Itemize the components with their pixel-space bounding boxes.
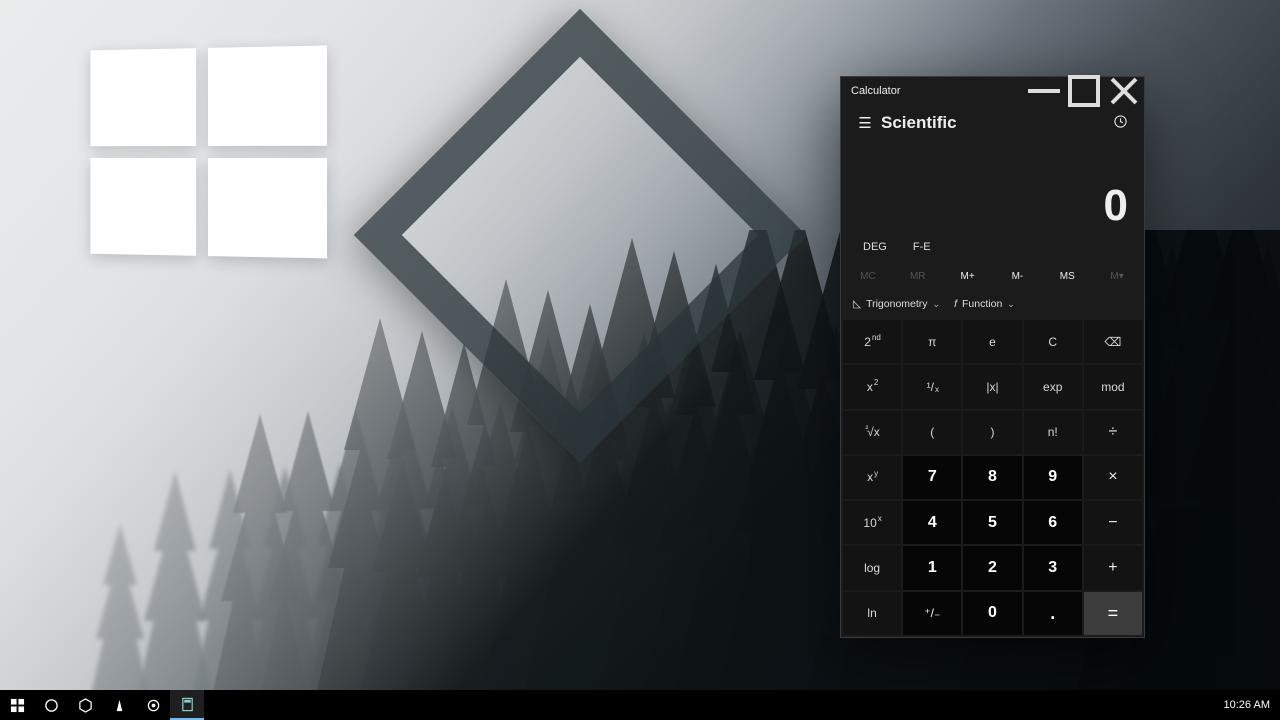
key-4[interactable]: 4 xyxy=(903,501,961,544)
key-pi[interactable]: π xyxy=(903,320,961,363)
key-lparen[interactable]: ( xyxy=(903,411,961,454)
key-3[interactable]: 3 xyxy=(1024,546,1082,589)
key-xsq[interactable]: x2 xyxy=(843,365,901,408)
notation-toggle[interactable]: F-E xyxy=(913,241,931,253)
key-7[interactable]: 7 xyxy=(903,456,961,499)
key-5[interactable]: 5 xyxy=(963,501,1021,544)
chevron-down-icon: ⌄ xyxy=(933,299,941,310)
key-clear[interactable]: C xyxy=(1024,320,1082,363)
key-add[interactable]: + xyxy=(1084,546,1142,589)
taskbar: 10:26 AM xyxy=(0,690,1280,720)
key-9[interactable]: 9 xyxy=(1024,456,1082,499)
function-dropdown[interactable]: f Function ⌄ xyxy=(954,298,1015,310)
key-6[interactable]: 6 xyxy=(1024,501,1082,544)
titlebar[interactable]: Calculator xyxy=(841,77,1144,105)
key-mod[interactable]: mod xyxy=(1084,365,1142,408)
key-2[interactable]: 2 xyxy=(963,546,1021,589)
taskbar-calculator-icon[interactable] xyxy=(170,690,204,720)
mode-title: Scientific xyxy=(881,113,957,133)
hamburger-icon[interactable]: ☰ xyxy=(849,114,881,132)
windows-logo xyxy=(90,45,325,264)
mem-mr: MR xyxy=(893,265,943,288)
maximize-button[interactable] xyxy=(1064,77,1104,105)
mem-mc: MC xyxy=(843,265,893,288)
key-tenx[interactable]: 10x xyxy=(843,501,901,544)
key-1[interactable]: 1 xyxy=(903,546,961,589)
key-equals[interactable]: = xyxy=(1084,592,1142,635)
key-backspace[interactable]: ⌫ xyxy=(1084,320,1142,363)
angle-icon: ◺ xyxy=(853,298,861,310)
window-title: Calculator xyxy=(851,85,901,97)
minimize-button[interactable] xyxy=(1024,77,1064,105)
calculator-window: Calculator ☰ Scientific 0 DEG F-E xyxy=(840,76,1145,638)
taskbar-app-icon[interactable] xyxy=(102,690,136,720)
key-2nd[interactable]: 2nd xyxy=(843,320,901,363)
taskbar-clock[interactable]: 10:26 AM xyxy=(1214,690,1280,720)
angle-toggle[interactable]: DEG xyxy=(863,241,887,253)
mem-mplus[interactable]: M+ xyxy=(943,265,993,288)
key-exp[interactable]: exp xyxy=(1024,365,1082,408)
mem-mminus[interactable]: M- xyxy=(992,265,1042,288)
mem-list: M▾ xyxy=(1092,265,1142,288)
trig-dropdown[interactable]: ◺ Trigonometry ⌄ xyxy=(853,298,940,310)
key-xy[interactable]: xy xyxy=(843,456,901,499)
key-ln[interactable]: ln xyxy=(843,592,901,635)
key-log[interactable]: log xyxy=(843,546,901,589)
key-e[interactable]: e xyxy=(963,320,1021,363)
trig-label: Trigonometry xyxy=(866,298,927,310)
key-multiply[interactable]: × xyxy=(1084,456,1142,499)
key-sqrt[interactable]: ²√x xyxy=(843,411,901,454)
key-0[interactable]: 0 xyxy=(963,592,1021,635)
key-negate[interactable]: ⁺/₋ xyxy=(903,592,961,635)
key-reciprocal[interactable]: ¹/x xyxy=(903,365,961,408)
history-icon[interactable] xyxy=(1104,114,1136,132)
desktop-wallpaper: Calculator ☰ Scientific 0 DEG F-E xyxy=(0,0,1280,720)
key-factorial[interactable]: n! xyxy=(1024,411,1082,454)
key-rparen[interactable]: ) xyxy=(963,411,1021,454)
close-button[interactable] xyxy=(1104,77,1144,105)
chevron-down-icon: ⌄ xyxy=(1007,299,1015,310)
function-icon: f xyxy=(954,298,957,310)
key-8[interactable]: 8 xyxy=(963,456,1021,499)
key-subtract[interactable]: − xyxy=(1084,501,1142,544)
taskbar-hex-icon[interactable] xyxy=(68,690,102,720)
mem-ms[interactable]: MS xyxy=(1042,265,1092,288)
function-label: Function xyxy=(962,298,1002,310)
taskbar-gear-icon[interactable] xyxy=(136,690,170,720)
calc-display: 0 xyxy=(841,141,1144,237)
key-abs[interactable]: |x| xyxy=(963,365,1021,408)
taskbar-circle-icon[interactable] xyxy=(34,690,68,720)
start-button[interactable] xyxy=(0,690,34,720)
key-decimal[interactable]: . xyxy=(1024,592,1082,635)
key-divide[interactable]: ÷ xyxy=(1084,411,1142,454)
